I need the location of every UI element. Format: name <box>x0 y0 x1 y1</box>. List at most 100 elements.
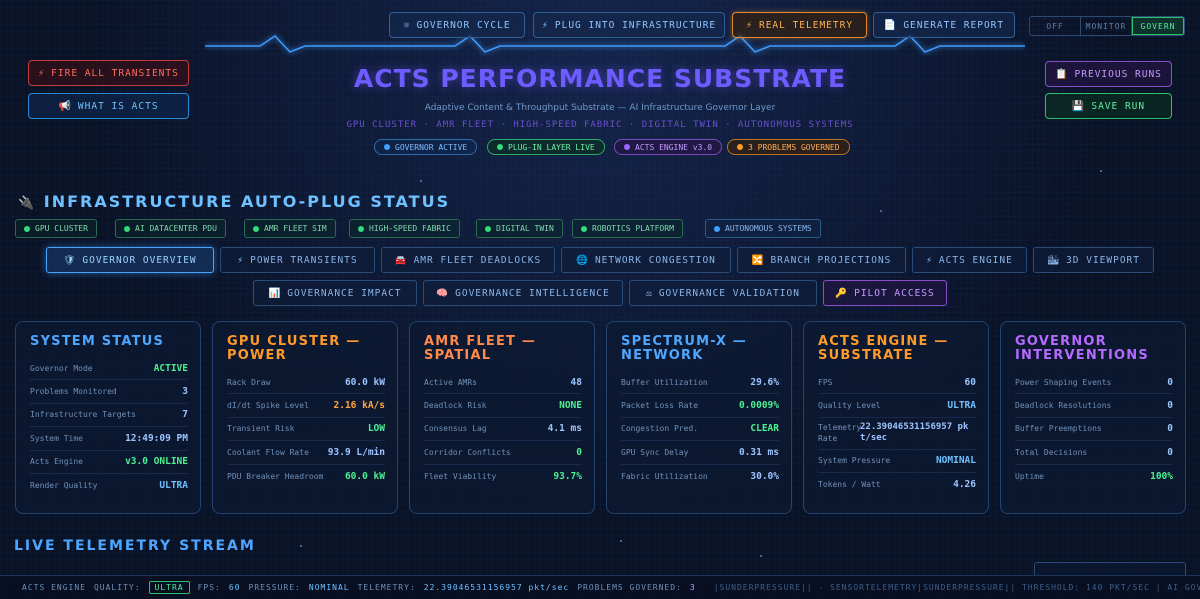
governor-cycle-button[interactable]: ⚛ GOVERNOR CYCLE <box>389 12 525 38</box>
metric-row: Tokens / Watt 4.26 <box>818 473 976 496</box>
bolt-icon: ⚡ <box>541 19 549 31</box>
metric-label: Deadlock Risk <box>424 401 487 411</box>
metric-value: 0 <box>1167 423 1173 435</box>
page-subtitle: Adaptive Content & Throughput Substrate … <box>424 103 776 113</box>
mode-monitor[interactable]: MONITOR <box>1081 17 1132 35</box>
metric-value: 0 <box>1167 446 1173 458</box>
metric-row: Buffer Utilization 29.6% <box>621 371 779 395</box>
metric-label: dI/dt Spike Level <box>227 401 309 411</box>
problems-label: PROBLEMS GOVERNED: <box>577 583 682 592</box>
status-ticker: |SUNDERPRESSURE|| - SENSORTELEMETRY|SUND… <box>713 583 1200 592</box>
metric-label: Acts Engine <box>30 457 83 467</box>
star <box>1100 170 1102 172</box>
status-bar: ACTS ENGINE QUALITY: ULTRA FPS: 60 PRESS… <box>0 575 1200 599</box>
metric-row: Power Shaping Events 0 <box>1015 371 1173 395</box>
tab-power-transients[interactable]: ⚡ POWER TRANSIENTS <box>220 247 375 273</box>
tab-3d-viewport[interactable]: 🏙 3D VIEWPORT <box>1033 247 1154 273</box>
metric-row: Rack Draw 60.0 kW <box>227 371 385 395</box>
tab-acts-engine[interactable]: ⚡ ACTS ENGINE <box>912 247 1027 273</box>
bolt-icon: ⚡ <box>237 254 245 266</box>
card-acts-engine-substrate: ACTS ENGINE — SUBSTRATE FPS 60 Quality Le… <box>803 321 989 514</box>
metric-row: Fabric Utilization 30.0% <box>621 465 779 488</box>
chip-digital-twin: DIGITAL TWIN <box>476 219 563 238</box>
tab-network-congestion[interactable]: 🌐 NETWORK CONGESTION <box>561 247 731 273</box>
metric-label: Total Decisions <box>1015 447 1088 457</box>
scale-icon: ⚖ <box>646 287 653 299</box>
tab-governance-impact[interactable]: 📊 GOVERNANCE IMPACT <box>253 280 417 306</box>
mode-off[interactable]: OFF <box>1030 17 1081 35</box>
metric-label: Fleet Viability <box>424 471 497 481</box>
metric-label: Deadlock Resolutions <box>1015 401 1112 411</box>
metric-value: 48 <box>570 376 582 388</box>
star <box>300 545 302 547</box>
metric-label: Fabric Utilization <box>621 471 708 481</box>
status-dot <box>384 144 390 150</box>
metric-row: Buffer Preemptions 0 <box>1015 418 1173 442</box>
metric-value: 4.26 <box>953 479 976 491</box>
tab-amr-fleet-deadlocks[interactable]: 🚘 AMR FLEET DEADLOCKS <box>381 247 555 273</box>
status-dot <box>714 225 720 232</box>
card-title: SPECTRUM-X — NETWORK <box>621 334 747 363</box>
chip-label: DIGITAL TWIN <box>496 224 554 233</box>
tab-label: ACTS ENGINE <box>938 254 1013 266</box>
status-pill-engine: ACTS ENGINE v3.0 <box>614 139 723 155</box>
button-label: GOVERNOR CYCLE <box>416 19 511 31</box>
metric-label: Buffer Utilization <box>621 377 708 387</box>
status-dot <box>485 225 491 232</box>
plug-into-infrastructure-button[interactable]: ⚡ PLUG INTO INFRASTRUCTURE <box>533 12 725 38</box>
card-rows: Governor Mode ACTIVE Problems Monitored 3 … <box>30 357 188 497</box>
metric-label: Buffer Preemptions <box>1015 424 1102 434</box>
chip-label: AI DATACENTER PDU <box>135 224 217 233</box>
metric-value: 0 <box>1167 400 1173 412</box>
card-title: GOVERNOR INTERVENTIONS <box>1015 334 1149 363</box>
card-title: SYSTEM STATUS <box>30 334 165 349</box>
tab-governance-intelligence[interactable]: 🧠 GOVERNANCE INTELLIGENCE <box>423 280 623 306</box>
tab-label: AMR FLEET DEADLOCKS <box>413 254 542 266</box>
metric-value: 0.31 ms <box>738 446 779 458</box>
fps-value: 60 <box>228 583 241 592</box>
metric-value: 93.9 L/min <box>327 446 385 458</box>
tab-branch-projections[interactable]: 🔀 BRANCH PROJECTIONS <box>737 247 906 273</box>
button-label: PLUG INTO INFRASTRUCTURE <box>554 19 717 31</box>
metric-row: Quality Level ULTRA <box>818 394 976 418</box>
card-governor-interventions: GOVERNOR INTERVENTIONS Power Shaping Eve… <box>1000 321 1186 514</box>
section-title-text: INFRASTRUCTURE AUTO-PLUG STATUS <box>43 192 451 211</box>
button-label: REAL TELEMETRY <box>758 19 854 31</box>
card-title: ACTS ENGINE — SUBSTRATE <box>818 334 949 363</box>
generate-report-button[interactable]: 📄 GENERATE REPORT <box>873 12 1015 38</box>
real-telemetry-button[interactable]: ⚡ REAL TELEMETRY <box>732 12 867 38</box>
metric-label: Packet Loss Rate <box>621 401 699 411</box>
star <box>420 180 422 182</box>
metric-label: Rack Draw <box>227 377 271 387</box>
tab-governor-overview[interactable]: 🛡 GOVERNOR OVERVIEW <box>46 247 214 273</box>
metric-value: 30.0% <box>750 470 779 482</box>
metric-label: Power Shaping Events <box>1015 377 1112 387</box>
metric-value: 3 <box>182 386 188 398</box>
tab-pilot-access[interactable]: 🔑 PILOT ACCESS <box>823 280 947 306</box>
metric-label: Quality Level <box>818 401 881 411</box>
globe-icon: 🌐 <box>576 254 589 266</box>
metric-label: System Time <box>30 433 83 443</box>
metric-label: System Pressure <box>818 456 891 466</box>
metric-value: 22.39046531156957 pkt/sec <box>860 422 969 444</box>
status-dot <box>253 225 259 232</box>
status-dot <box>737 144 743 150</box>
metric-value: 29.6% <box>750 376 779 388</box>
metric-value: ULTRA <box>947 400 976 412</box>
status-dot <box>581 225 587 232</box>
metric-value: 0 <box>576 446 582 458</box>
metric-label: Active AMRs <box>424 377 477 387</box>
chip-label: GPU CLUSTER <box>35 224 88 233</box>
telemetry-label: TELEMETRY: <box>357 583 416 592</box>
status-pill-governor: GOVERNOR ACTIVE <box>374 139 478 155</box>
tab-label: GOVERNANCE VALIDATION <box>658 287 800 299</box>
metric-row: Deadlock Resolutions 0 <box>1015 394 1173 418</box>
mode-govern[interactable]: GOVERN <box>1132 17 1184 35</box>
metric-row: System Pressure NOMINAL <box>818 450 976 474</box>
card-title: GPU CLUSTER — POWER <box>227 334 361 363</box>
metric-value: LOW <box>367 423 385 435</box>
button-label: GENERATE REPORT <box>903 19 1005 31</box>
pill-label: GOVERNOR ACTIVE <box>395 142 468 152</box>
metric-label: GPU Sync Delay <box>621 447 689 457</box>
tab-governance-validation[interactable]: ⚖ GOVERNANCE VALIDATION <box>629 280 817 306</box>
